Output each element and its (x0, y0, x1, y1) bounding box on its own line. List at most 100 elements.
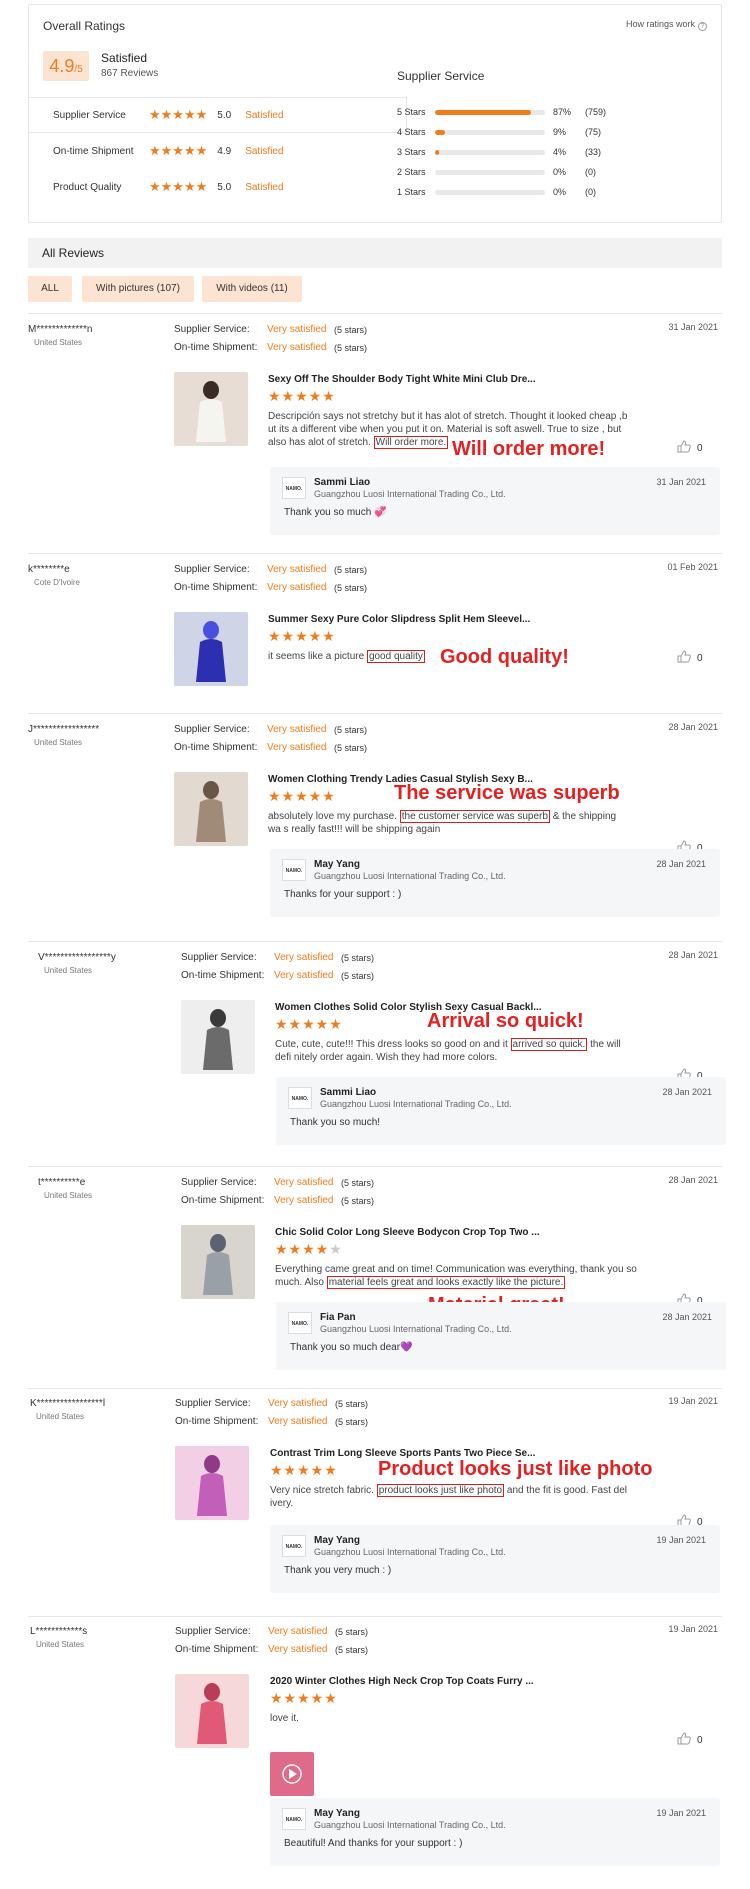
review-text-part: absolutely love my purchase. (268, 811, 397, 822)
reply-company: Guangzhou Luosi International Trading Co… (314, 1547, 506, 1557)
reply-text: Thank you so much dear💜 (290, 1342, 413, 1353)
reviewer-name: t**********e (38, 1177, 86, 1188)
product-title[interactable]: Summer Sexy Pure Color Slipdress Split H… (268, 614, 548, 625)
reply-company: Guangzhou Luosi International Trading Co… (320, 1324, 512, 1334)
seller-reply: NAMO. Sammi Liao Guangzhou Luosi Internati… (270, 467, 720, 535)
rating-label: On-time Shipment (53, 145, 134, 157)
supplier-service-stars: (5 stars) (341, 953, 375, 963)
reviewer-name: L************s (30, 1626, 88, 1637)
review-text: Very nice stretch fabric. product looks … (270, 1484, 632, 1510)
reply-company: Guangzhou Luosi International Trading Co… (314, 871, 506, 881)
help-icon: ? (698, 22, 707, 31)
filter-all-button[interactable]: ALL (28, 276, 72, 302)
supplier-service-label: Supplier Service: (174, 324, 250, 335)
seller-reply: NAMO. Fia Pan Guangzhou Luosi Internationa… (276, 1302, 726, 1370)
supplier-service-value: Very satisfied (268, 1626, 328, 1637)
breakdown-label: 4 Stars (397, 127, 426, 137)
reviewer-name: M*************n (28, 324, 93, 335)
supplier-service-label: Supplier Service: (181, 1177, 257, 1188)
review-text-part: love it. (270, 1713, 299, 1724)
product-title[interactable]: Sexy Off The Shoulder Body Tight White M… (268, 374, 548, 385)
supplier-service-value: Very satisfied (274, 952, 334, 963)
product-thumbnail[interactable] (175, 1446, 249, 1520)
product-thumbnail[interactable] (181, 1225, 255, 1299)
product-thumbnail[interactable] (174, 772, 248, 846)
rating-score: 5.0 (217, 181, 232, 193)
review-text-part: Cute, cute, cute!!! This dress looks so … (275, 1039, 508, 1050)
product-title[interactable]: 2020 Winter Clothes High Neck Crop Top C… (270, 1676, 550, 1687)
rating-label: Supplier Service (53, 109, 126, 121)
seller-reply: NAMO. May Yang Guangzhou Luosi Internation… (270, 1525, 720, 1593)
review-highlight: product looks just like photo (376, 1484, 505, 1497)
reply-date: 19 Jan 2021 (656, 1535, 706, 1545)
reply-date: 28 Jan 2021 (656, 859, 706, 869)
reply-author: Sammi Liao (314, 477, 371, 488)
breakdown-row: 5 Stars 87% (759) (397, 105, 606, 119)
reviewer-name: k********e (28, 564, 70, 575)
review-divider (28, 553, 722, 554)
filter-pictures-button[interactable]: With pictures (107) (82, 276, 194, 302)
filter-videos-button[interactable]: With videos (11) (202, 276, 302, 302)
review-video-thumbnail[interactable] (270, 1752, 314, 1796)
like-button[interactable]: 0 (677, 440, 703, 456)
product-star-rating-icon: ★★★★★ (268, 788, 336, 804)
star-rating-icon: ★★★★★ (149, 107, 208, 122)
product-thumbnail[interactable] (181, 1000, 255, 1074)
review-divider (28, 1388, 722, 1389)
like-button[interactable]: 0 (677, 650, 703, 666)
supplier-service-value: Very satisfied (267, 324, 327, 335)
review-date: 28 Jan 2021 (668, 950, 718, 960)
supplier-service-label: Supplier Service: (174, 564, 250, 575)
overall-score-max: /5 (74, 64, 83, 75)
review-highlight: the customer service was superb (399, 810, 550, 823)
product-thumbnail[interactable] (174, 372, 248, 446)
product-star-rating-icon: ★★★★★ (275, 1241, 343, 1257)
supplier-service-label: Supplier Service: (174, 724, 250, 735)
shipment-label: On-time Shipment: (175, 1644, 259, 1655)
product-title[interactable]: Chic Solid Color Long Sleeve Bodycon Cro… (275, 1227, 555, 1238)
breakdown-row: 2 Stars 0% (0) (397, 165, 596, 179)
reply-date: 28 Jan 2021 (662, 1087, 712, 1097)
shipment-stars: (5 stars) (334, 583, 368, 593)
highlight-annotation: Arrival so quick! (427, 1010, 584, 1032)
breakdown-label: 1 Stars (397, 187, 426, 197)
breakdown-bar-fill (435, 109, 531, 115)
review-date: 28 Jan 2021 (668, 1175, 718, 1185)
shipment-label: On-time Shipment: (174, 342, 258, 353)
reply-author: May Yang (314, 859, 360, 870)
seller-logo: NAMO. (288, 1087, 312, 1109)
thumbs-up-icon (677, 1732, 691, 1748)
how-ratings-work-link[interactable]: How ratings work? (626, 19, 707, 31)
overall-score-badge: 4.9/5 (43, 51, 89, 81)
rating-status: Satisfied (245, 145, 284, 157)
breakdown-bar (435, 169, 545, 175)
product-star-rating-icon: ★★★★★ (275, 1016, 343, 1032)
shipment-stars: (5 stars) (335, 1417, 369, 1427)
reviewer-country: United States (34, 738, 83, 747)
all-reviews-header: All Reviews (28, 238, 722, 268)
product-thumbnail[interactable] (174, 612, 248, 686)
breakdown-bar (435, 109, 545, 115)
seller-logo: NAMO. (282, 1808, 306, 1830)
like-button[interactable]: 0 (677, 1732, 703, 1748)
rating-score: 4.9 (217, 145, 232, 157)
breakdown-count: (759) (585, 107, 607, 117)
rating-status: Satisfied (245, 181, 284, 193)
supplier-service-label: Supplier Service: (181, 952, 257, 963)
seller-reply: NAMO. Sammi Liao Guangzhou Luosi Internati… (276, 1077, 726, 1145)
breakdown-percent: 9% (553, 127, 567, 137)
breakdown-row: 3 Stars 4% (33) (397, 145, 601, 159)
shipment-value: Very satisfied (268, 1416, 328, 1427)
seller-logo: NAMO. (288, 1312, 312, 1334)
reply-author: Sammi Liao (320, 1087, 377, 1098)
shipment-value: Very satisfied (267, 582, 327, 593)
review-text: absolutely love my purchase. the custome… (268, 810, 630, 836)
breakdown-bar-fill (435, 129, 445, 135)
review-divider (28, 1166, 722, 1167)
review-text-part: it seems like a picture (268, 651, 365, 662)
thumbs-up-icon (677, 650, 691, 666)
reviewer-country: United States (44, 966, 93, 975)
review-highlight: Will order more. (373, 436, 449, 449)
reply-author: May Yang (314, 1535, 360, 1546)
product-thumbnail[interactable] (175, 1674, 249, 1748)
